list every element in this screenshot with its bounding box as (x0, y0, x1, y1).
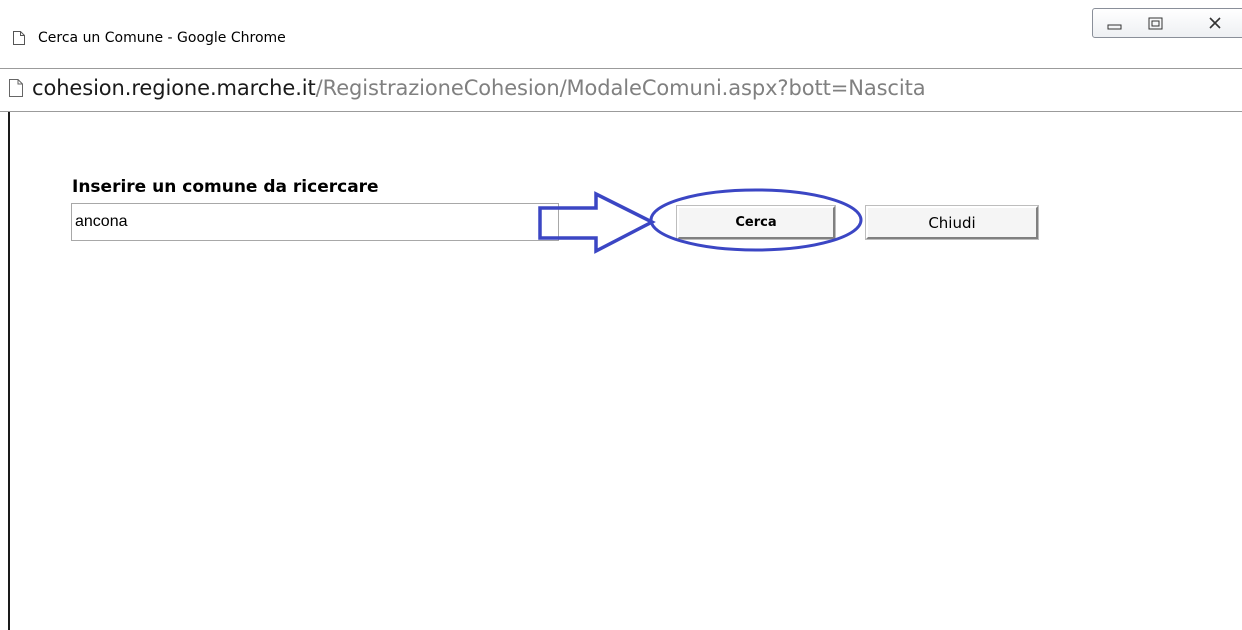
url-host: cohesion.regione.marche.it (32, 76, 316, 100)
page-icon (12, 30, 26, 46)
title-bar: Cerca un Comune - Google Chrome (0, 8, 1242, 68)
search-button[interactable]: Cerca (676, 205, 836, 240)
window-title: Cerca un Comune - Google Chrome (38, 30, 286, 46)
close-button[interactable]: Chiudi (865, 205, 1039, 240)
search-label: Inserire un comune da ricercare (72, 177, 379, 197)
close-window-button[interactable] (1176, 8, 1242, 38)
minimize-icon (1107, 24, 1122, 30)
maximize-button[interactable] (1134, 8, 1177, 38)
close-icon (1209, 17, 1221, 29)
minimize-button[interactable] (1092, 8, 1135, 38)
window-top-strip (0, 0, 1242, 8)
url[interactable]: cohesion.regione.marche.it/Registrazione… (32, 76, 926, 100)
maximize-icon (1148, 17, 1163, 30)
address-bar[interactable]: cohesion.regione.marche.it/Registrazione… (0, 68, 1242, 112)
page-icon (8, 78, 24, 98)
window-edge (8, 112, 10, 630)
comune-search-input[interactable] (71, 203, 559, 241)
url-path: /RegistrazioneCohesion/ModaleComuni.aspx… (315, 76, 926, 100)
